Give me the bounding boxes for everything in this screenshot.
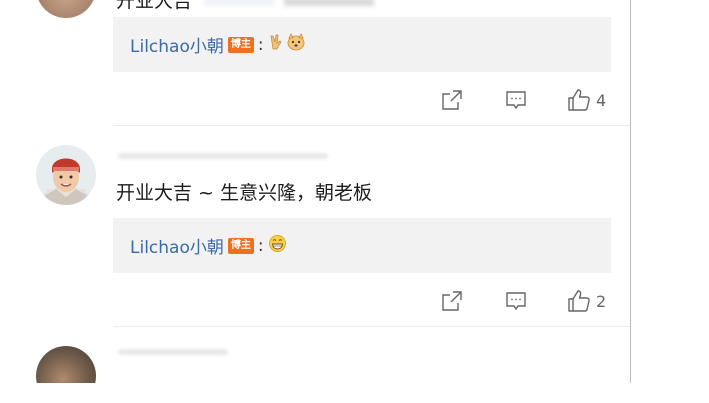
author-reply[interactable]: Lilchao小朝 博主 : bbox=[113, 218, 611, 273]
share-icon[interactable] bbox=[440, 88, 464, 112]
share-icon[interactable] bbox=[440, 289, 464, 313]
author-badge: 博主 bbox=[227, 237, 254, 254]
comment-actions: 2 bbox=[440, 287, 606, 315]
like-button[interactable]: 4 bbox=[566, 87, 606, 113]
like-count: 2 bbox=[596, 291, 607, 311]
avatar[interactable] bbox=[36, 145, 96, 205]
comment-actions: 4 bbox=[440, 86, 606, 114]
divider bbox=[113, 125, 630, 126]
blurred-text bbox=[284, 0, 375, 6]
comment-text: 开业大吉 bbox=[116, 0, 375, 14]
thumbs-up-icon bbox=[566, 288, 592, 314]
author-badge: 博主 bbox=[227, 36, 254, 53]
comment-icon[interactable] bbox=[504, 88, 528, 112]
reply-author-name[interactable]: Lilchao小朝 bbox=[130, 32, 224, 57]
comment-list: 开业大吉 Lilchao小朝 博主 : 4 开业大吉 ~ 生意兴隆，朝老板 Li… bbox=[0, 0, 631, 383]
grinning-face-icon bbox=[268, 234, 287, 258]
blurred-text bbox=[204, 0, 275, 6]
victory-hand-icon bbox=[268, 33, 286, 56]
author-reply[interactable]: Lilchao小朝 博主 : bbox=[113, 17, 611, 72]
avatar[interactable] bbox=[36, 0, 96, 18]
avatar[interactable] bbox=[36, 346, 96, 383]
reply-colon: : bbox=[257, 34, 264, 55]
reply-colon: : bbox=[257, 235, 264, 256]
comment-text: 开业大吉 ~ 生意兴隆，朝老板 bbox=[116, 182, 372, 204]
dog-face-icon bbox=[286, 33, 306, 56]
like-count: 4 bbox=[596, 90, 607, 110]
reply-author-name[interactable]: Lilchao小朝 bbox=[130, 233, 224, 258]
like-button[interactable]: 2 bbox=[566, 288, 606, 314]
thumbs-up-icon bbox=[566, 87, 592, 113]
divider bbox=[113, 326, 630, 327]
comment-icon[interactable] bbox=[504, 289, 528, 313]
user-name[interactable] bbox=[118, 153, 328, 159]
user-name[interactable] bbox=[118, 349, 228, 355]
